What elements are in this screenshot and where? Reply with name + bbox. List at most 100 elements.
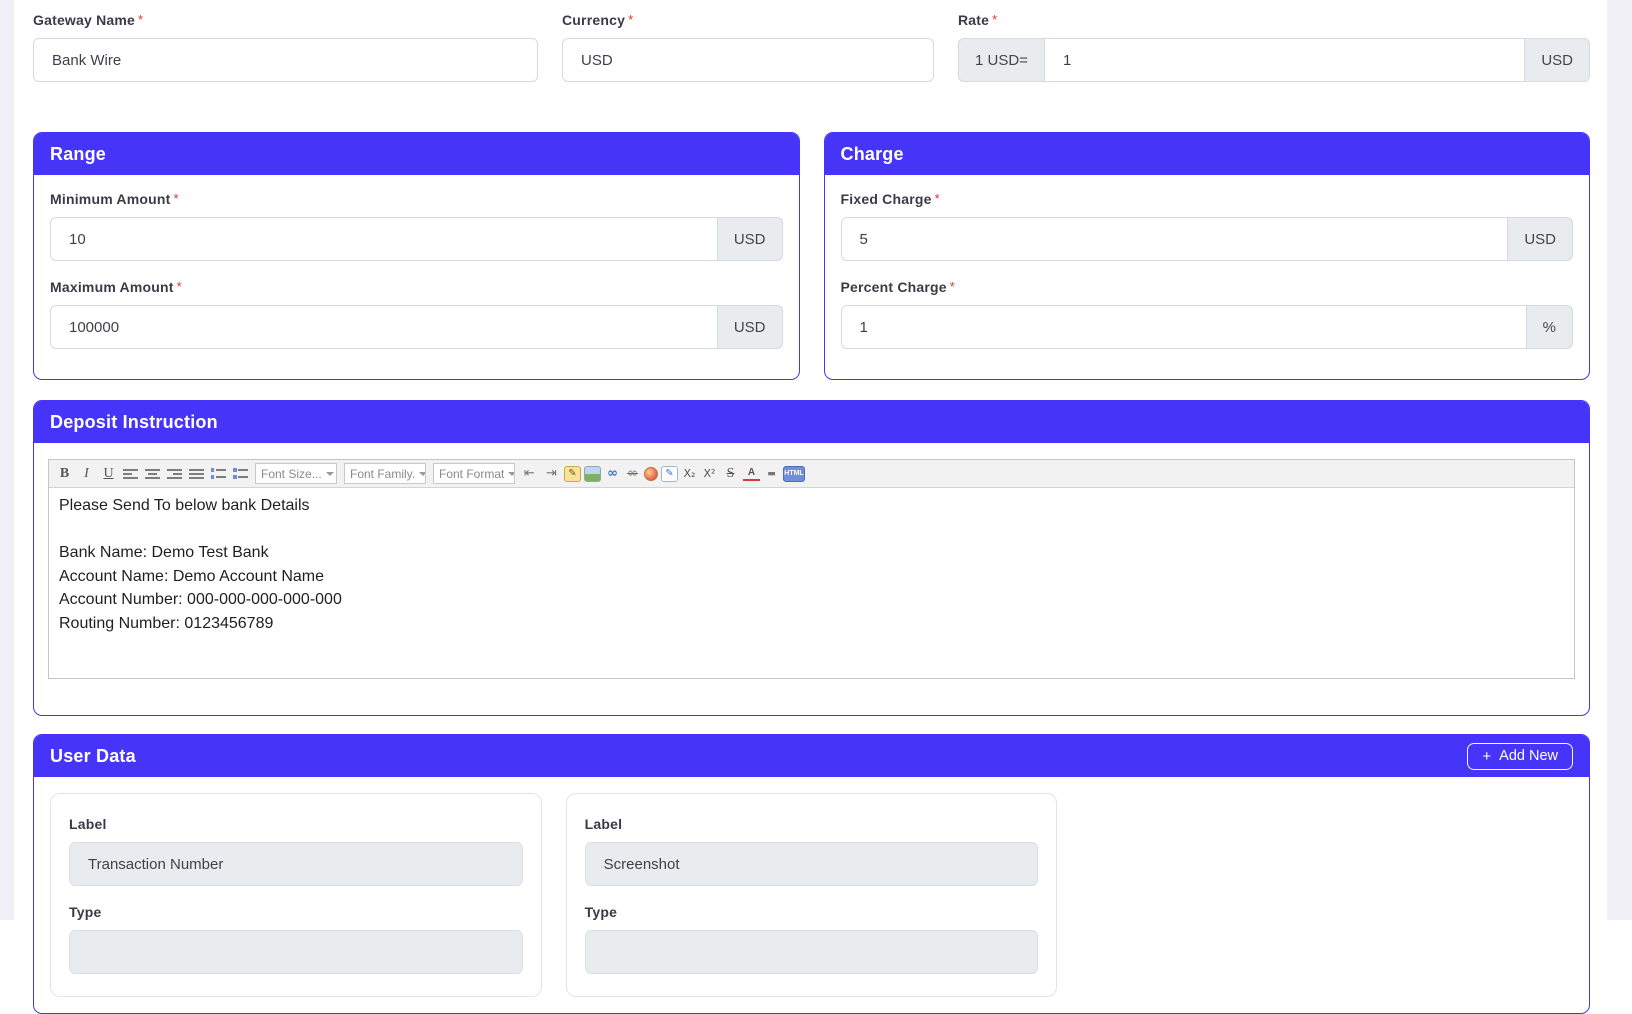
underline-button[interactable]: U	[99, 464, 118, 484]
strikethrough-button[interactable]: S	[721, 464, 740, 484]
top-fields-row: Gateway Name* Currency* Rate* 1 USD= USD	[33, 12, 1590, 82]
bold-button[interactable]: B	[55, 464, 74, 484]
gateway-name-input[interactable]	[33, 38, 538, 82]
horizontal-rule-button[interactable]: ▬	[763, 466, 780, 482]
font-family-select[interactable]: Font Family.	[344, 463, 426, 484]
field-type-caption: Type	[69, 904, 101, 920]
fixed-charge-currency-suffix: USD	[1508, 217, 1573, 261]
align-justify-button[interactable]	[187, 464, 206, 484]
field-type-caption: Type	[585, 904, 617, 920]
charge-card-title: Charge	[841, 144, 904, 165]
subscript-button[interactable]: X₂	[681, 466, 698, 482]
remove-format-button[interactable]: A	[743, 467, 760, 481]
fixed-charge-input[interactable]	[841, 217, 1509, 261]
percent-charge-input[interactable]	[841, 305, 1527, 349]
editor-text-line: Please Send To below bank Details	[59, 494, 1564, 518]
field-type-input[interactable]	[69, 930, 523, 974]
editor-text-line: Account Name: Demo Account Name	[59, 565, 1564, 589]
deposit-instruction-card: Deposit Instruction B I U Font Size... F…	[33, 400, 1590, 716]
font-format-select-value: Font Format	[439, 467, 504, 481]
field-label-caption: Label	[69, 816, 107, 832]
editor-text-line: Routing Number: 0123456789	[59, 612, 1564, 636]
range-card-title: Range	[50, 144, 106, 165]
editor-text-line: Bank Name: Demo Test Bank	[59, 541, 1564, 565]
gateway-name-label: Gateway Name	[33, 12, 135, 28]
chevron-down-icon	[508, 472, 515, 476]
rich-text-editor: B I U Font Size... Font Family. Font For…	[48, 459, 1575, 679]
page-right-margin	[1607, 0, 1632, 920]
align-center-button[interactable]	[143, 464, 162, 484]
editor-toolbar: B I U Font Size... Font Family. Font For…	[49, 460, 1574, 488]
rate-group: Rate* 1 USD= USD	[958, 12, 1590, 82]
field-label-input[interactable]	[585, 842, 1039, 886]
indent-button[interactable]: ⇥	[542, 464, 561, 484]
gateway-edit-form: Gateway Name* Currency* Rate* 1 USD= USD	[33, 0, 1590, 1014]
rate-input[interactable]	[1044, 38, 1525, 82]
empty-grid-cell	[1081, 793, 1573, 997]
page-left-margin	[0, 0, 14, 920]
required-asterisk: *	[935, 191, 940, 206]
italic-button[interactable]: I	[77, 464, 96, 484]
insert-link-button[interactable]: ∞	[604, 466, 621, 482]
html-source-button[interactable]: HTML	[783, 466, 805, 482]
color-palette-button[interactable]	[644, 467, 658, 481]
currency-input[interactable]	[562, 38, 934, 82]
outdent-button[interactable]: ⇤	[520, 464, 539, 484]
percent-charge-label: Percent Charge	[841, 279, 947, 295]
add-new-button[interactable]: + Add New	[1467, 743, 1573, 770]
font-size-select[interactable]: Font Size...	[255, 463, 337, 484]
font-format-select[interactable]: Font Format	[433, 463, 515, 484]
field-label-input[interactable]	[69, 842, 523, 886]
minimum-amount-label: Minimum Amount	[50, 191, 171, 207]
ordered-list-button[interactable]	[209, 464, 228, 484]
plus-icon: +	[1482, 748, 1491, 765]
font-size-select-value: Font Size...	[261, 467, 322, 481]
unlink-button[interactable]: ∞	[624, 466, 641, 482]
blockquote-button[interactable]: ✎	[564, 466, 581, 482]
percent-charge-suffix: %	[1527, 305, 1573, 349]
user-data-title: User Data	[50, 746, 136, 767]
font-family-select-value: Font Family.	[350, 467, 415, 481]
editor-text-line	[59, 518, 1564, 542]
rate-currency-suffix: USD	[1525, 38, 1590, 82]
charge-card-body: Fixed Charge* USD Percent Charge* %	[825, 175, 1590, 379]
maximum-amount-input[interactable]	[50, 305, 718, 349]
user-data-card: User Data + Add New Label Type Label	[33, 734, 1590, 1014]
currency-group: Currency*	[562, 12, 934, 82]
required-asterisk: *	[138, 12, 143, 27]
align-left-button[interactable]	[121, 464, 140, 484]
range-card-body: Minimum Amount* USD Maximum Amount* USD	[34, 175, 799, 379]
deposit-instruction-editor-content[interactable]: Please Send To below bank Details Bank N…	[49, 488, 1574, 678]
insert-image-button[interactable]	[584, 466, 601, 482]
align-right-button[interactable]	[165, 464, 184, 484]
ordered-list-icon	[211, 467, 226, 480]
field-label-caption: Label	[585, 816, 623, 832]
required-asterisk: *	[177, 279, 182, 294]
unordered-list-button[interactable]	[231, 464, 250, 484]
charge-card-header: Charge	[825, 133, 1590, 175]
align-center-icon	[145, 467, 160, 480]
minimum-amount-currency-suffix: USD	[718, 217, 783, 261]
range-card: Range Minimum Amount* USD Maximum Amount…	[33, 132, 800, 380]
editor-text-line: Account Number: 000-000-000-000-000	[59, 588, 1564, 612]
deposit-instruction-header: Deposit Instruction	[34, 401, 1589, 443]
minimum-amount-input[interactable]	[50, 217, 718, 261]
edit-source-button[interactable]: ✎	[661, 466, 678, 482]
fixed-charge-label: Fixed Charge	[841, 191, 932, 207]
chevron-down-icon	[419, 472, 426, 476]
user-data-fields-grid: Label Type Label Type	[34, 777, 1589, 1013]
rate-prefix: 1 USD=	[958, 38, 1044, 82]
range-card-header: Range	[34, 133, 799, 175]
user-data-field-card: Label Type	[50, 793, 542, 997]
deposit-instruction-body: B I U Font Size... Font Family. Font For…	[34, 443, 1589, 715]
required-asterisk: *	[628, 12, 633, 27]
range-charge-row: Range Minimum Amount* USD Maximum Amount…	[33, 132, 1590, 380]
superscript-button[interactable]: X²	[701, 466, 718, 482]
chevron-down-icon	[326, 472, 334, 476]
user-data-header: User Data + Add New	[34, 735, 1589, 777]
gateway-name-group: Gateway Name*	[33, 12, 538, 82]
maximum-amount-currency-suffix: USD	[718, 305, 783, 349]
required-asterisk: *	[174, 191, 179, 206]
align-left-icon	[123, 467, 138, 480]
field-type-input[interactable]	[585, 930, 1039, 974]
